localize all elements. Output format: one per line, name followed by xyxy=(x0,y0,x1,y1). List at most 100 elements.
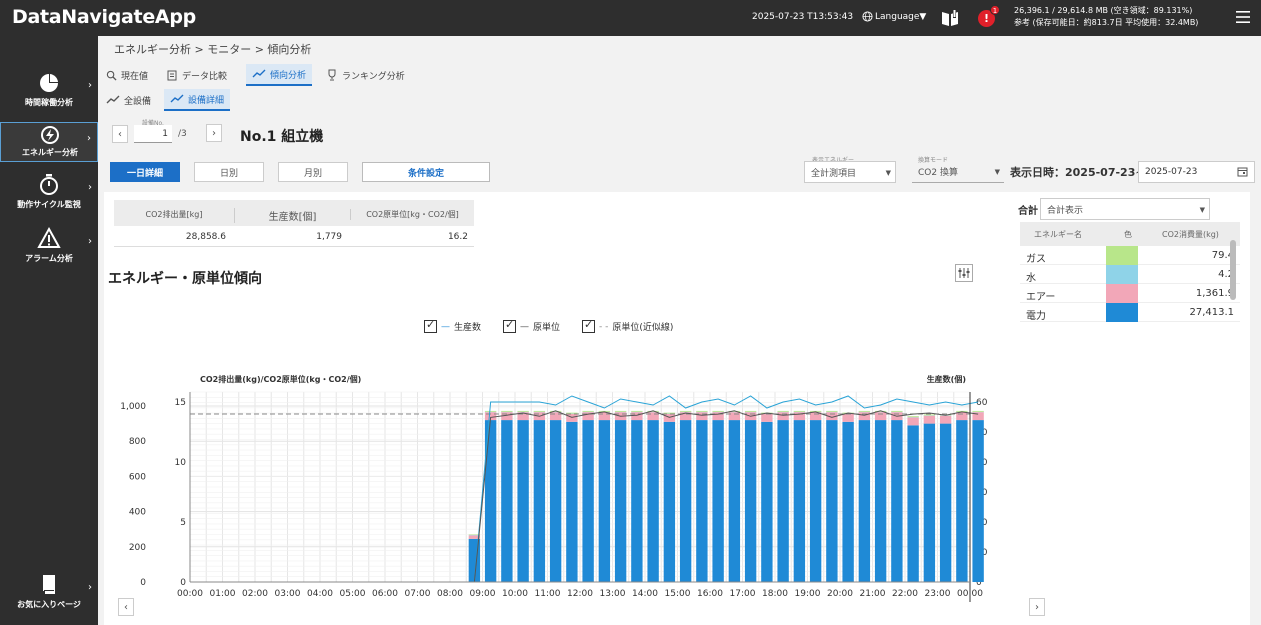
bar-segment xyxy=(517,420,529,582)
energy-name: 水 xyxy=(1026,273,1036,284)
x-tick-label: 11:00 xyxy=(535,589,561,599)
bar-segment xyxy=(663,421,676,582)
bar-segment xyxy=(566,412,578,414)
bar-segment xyxy=(647,412,659,421)
tab-label: データ比較 xyxy=(182,71,228,82)
bar-segment xyxy=(744,410,757,412)
tab-equipment-detail[interactable]: 設備詳細 xyxy=(164,89,231,111)
y-left-tick-label: 200 xyxy=(129,543,146,553)
chart-settings-button[interactable] xyxy=(955,264,973,282)
tab-label: ランキング分析 xyxy=(342,71,405,82)
tab-trend-analysis[interactable]: 傾向分析 xyxy=(246,64,313,86)
trend-chart: CO2排出量(kg)/CO2原単位(kg・CO2/個) 生産数(個) 0 200 400… xyxy=(120,374,988,602)
bar-segment xyxy=(598,420,611,582)
totals-display-select[interactable]: 合計表示 ▼ xyxy=(1040,198,1210,220)
equipment-number-input[interactable]: 1 xyxy=(134,125,172,143)
color-swatch xyxy=(1106,265,1138,284)
chevron-left-icon: ‹ xyxy=(118,128,122,140)
bar-segment xyxy=(956,412,968,421)
conversion-mode-select[interactable]: CO2 換算 ▼ xyxy=(912,161,1004,183)
sliders-icon xyxy=(958,268,970,278)
energy-icon xyxy=(41,126,59,144)
tab-label: 設備詳細 xyxy=(188,95,225,106)
chart-next-button[interactable]: › xyxy=(1029,598,1045,616)
bar-segment xyxy=(712,420,724,582)
storage-info: 26,396.1 / 29,614.8 MB (空き領域：89.131%) 参考… xyxy=(1014,5,1198,29)
x-tick-label: 03:00 xyxy=(275,589,301,599)
period-monthly-button[interactable]: 月別 xyxy=(278,162,348,182)
manual-button[interactable] xyxy=(940,8,960,31)
display-energy-select[interactable]: 全計測項目 ▼ xyxy=(804,161,896,183)
period-daily-detail-button[interactable]: 一日詳細 xyxy=(110,162,180,182)
chevron-right-icon: › xyxy=(212,127,216,139)
sidebar-item-cycle-monitor[interactable]: › 動作サイクル監視 xyxy=(0,172,98,216)
y-right-tick-label: 60 xyxy=(976,398,988,408)
equipment-name: No.1 組立機 xyxy=(240,129,324,145)
tab-all-equipment[interactable]: 全設備 xyxy=(100,89,157,111)
chevron-right-icon: › xyxy=(1035,601,1039,613)
summary-value-cell: 1,779 xyxy=(316,232,342,242)
left-axis-label: CO2排出量(kg)/CO2原単位(kg・CO2/個) xyxy=(200,374,361,384)
bar-segment xyxy=(614,420,627,582)
sidebar-item-label: アラーム分析 xyxy=(25,254,73,263)
bar-segment xyxy=(972,410,984,412)
top-bar: DataNavigateApp 2025-07-23 T13:53:43 Lan… xyxy=(0,0,1261,36)
tab-ranking-analysis[interactable]: ランキング分析 xyxy=(320,64,411,86)
bar-segment xyxy=(907,416,919,418)
bar-segment xyxy=(631,412,643,421)
bar-segment xyxy=(696,420,708,582)
alert-count-badge: 1 xyxy=(990,5,1000,15)
prev-equipment-button[interactable]: ‹ xyxy=(112,125,128,143)
app-title: DataNavigateApp xyxy=(12,6,196,28)
pie-chart-icon xyxy=(40,73,59,92)
next-equipment-button[interactable]: › xyxy=(206,124,222,142)
sidebar-item-energy[interactable]: › エネルギー分析 xyxy=(0,122,98,162)
bar-segment xyxy=(874,412,887,421)
hamburger-menu-button[interactable] xyxy=(1235,9,1251,28)
trophy-icon xyxy=(328,69,336,81)
bar-segment xyxy=(501,410,513,412)
x-tick-label: 00:00 xyxy=(177,589,203,599)
chart-title: エネルギー・原単位傾向 xyxy=(108,271,262,287)
display-energy-value: 全計測項目 xyxy=(811,168,857,179)
bar-segment xyxy=(826,420,838,582)
language-selector[interactable]: Language▼ xyxy=(862,11,926,22)
x-tick-label: 17:00 xyxy=(730,589,756,599)
bar-segment xyxy=(533,420,546,582)
alert-button[interactable]: ! 1 xyxy=(976,5,1000,29)
bar-segment xyxy=(761,413,773,422)
bar-segment xyxy=(939,423,952,582)
sidebar-item-favorites[interactable]: › お気に入りページ xyxy=(0,572,98,616)
totals-label: 合計 xyxy=(1018,206,1038,217)
tab-current-value[interactable]: 現在値 xyxy=(100,64,154,86)
bar-segment xyxy=(826,410,838,412)
display-date-value: 2025-07-23 xyxy=(1145,167,1198,177)
period-daily-button[interactable]: 日別 xyxy=(194,162,264,182)
summary-header-cell: CO2原単位[kg・CO2/個] xyxy=(350,209,474,220)
book-icon xyxy=(942,10,958,26)
sidebar-item-time-operation[interactable]: › 時間稼働分析 xyxy=(0,70,98,114)
x-tick-label: 00:00 xyxy=(957,589,983,599)
stopwatch-icon xyxy=(40,174,58,195)
chevron-right-icon: › xyxy=(88,80,92,91)
bar-segment xyxy=(858,412,871,421)
totals-row: 電力 27,413.1 xyxy=(1020,303,1240,322)
condition-settings-button[interactable]: 条件設定 xyxy=(362,162,490,182)
color-swatch xyxy=(1106,246,1138,265)
bar-segment xyxy=(663,412,676,414)
tab-data-compare[interactable]: データ比較 xyxy=(160,64,233,86)
display-date-input[interactable]: 2025-07-23 xyxy=(1138,161,1255,183)
bar-segment xyxy=(923,414,936,416)
x-tick-label: 16:00 xyxy=(697,589,723,599)
chart-prev-button[interactable]: ‹ xyxy=(118,598,134,616)
sidebar: › 時間稼働分析 › エネルギー分析 › 動作サイクル監視 › アラーム分析 ›… xyxy=(0,36,98,625)
bar-segment xyxy=(809,420,822,582)
bar-segment xyxy=(761,421,773,582)
summary-header-cell: CO2排出量[kg] xyxy=(145,210,203,219)
bar-segment xyxy=(582,410,594,412)
summary-table: CO2排出量[kg] 生産数[個] CO2原単位[kg・CO2/個] 28,85… xyxy=(114,200,474,247)
bar-segment xyxy=(956,420,968,582)
bar-segment xyxy=(728,420,741,582)
totals-scrollbar[interactable] xyxy=(1230,240,1236,300)
sidebar-item-alarm[interactable]: › アラーム分析 xyxy=(0,226,98,270)
